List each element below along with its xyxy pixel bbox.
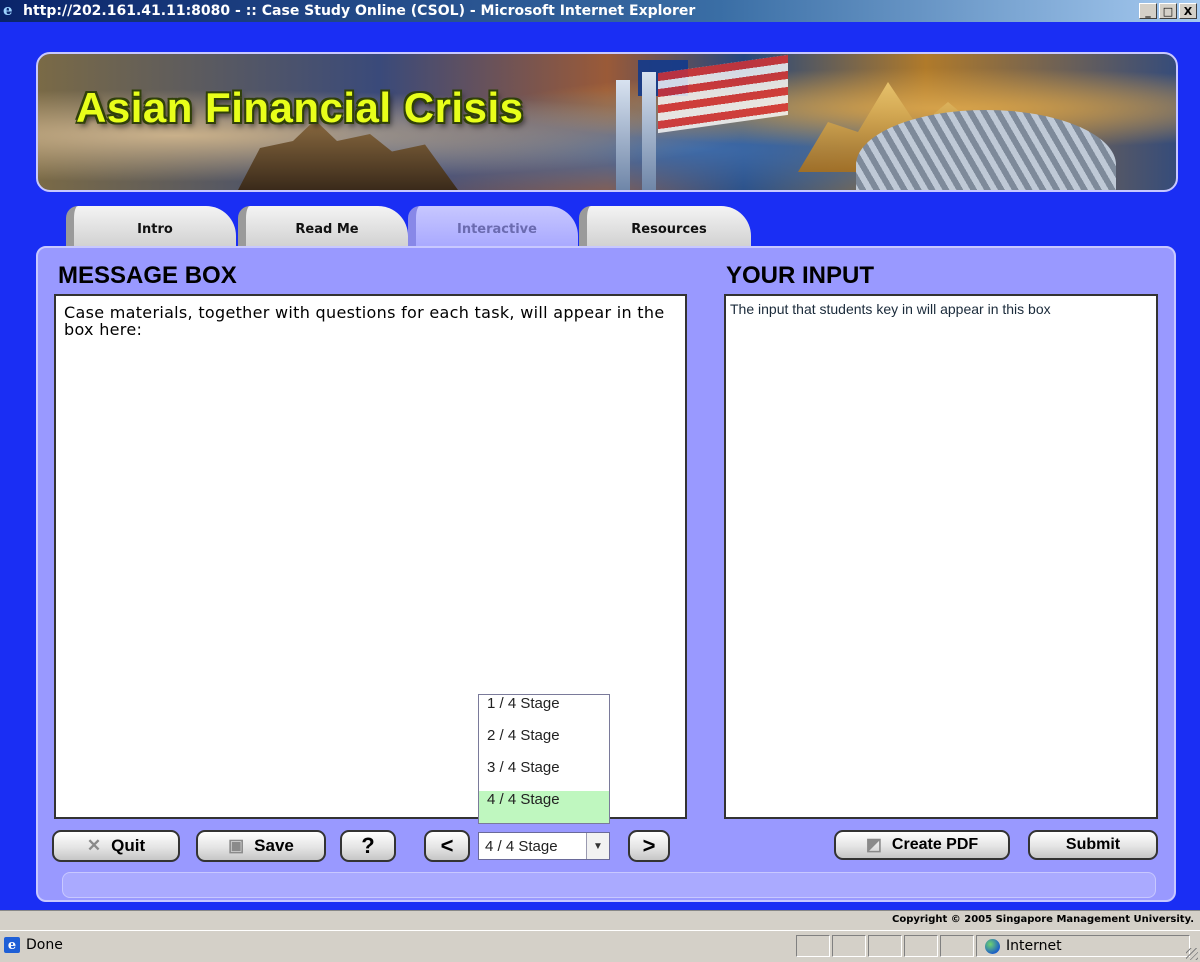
create-pdf-button[interactable]: ◩ Create PDF: [834, 830, 1010, 860]
your-input-heading: YOUR INPUT: [726, 262, 875, 289]
stage-dropdown-list: 1 / 4 Stage 2 / 4 Stage 3 / 4 Stage 4 / …: [478, 694, 610, 824]
stage-option[interactable]: 3 / 4 Stage: [479, 759, 609, 791]
tab-resources[interactable]: Resources: [579, 206, 751, 248]
quit-icon: ✕: [86, 836, 102, 855]
copyright-text: Copyright © 2005 Singapore Management Un…: [0, 910, 1200, 930]
stage-option[interactable]: 1 / 4 Stage: [479, 695, 609, 727]
tab-interactive[interactable]: Interactive: [408, 206, 578, 248]
status-cell: [940, 935, 974, 957]
status-cell: [868, 935, 902, 957]
create-pdf-label: Create PDF: [891, 836, 979, 853]
chevron-down-icon[interactable]: ▼: [586, 833, 609, 859]
pdf-icon: ◩: [865, 835, 882, 854]
status-strip: [62, 872, 1156, 898]
stage-select[interactable]: 4 / 4 Stage ▼: [478, 832, 610, 860]
app-area: Asian Financial Crisis Intro Read Me Int…: [0, 22, 1200, 910]
submit-button[interactable]: Submit: [1028, 830, 1158, 860]
status-left: e Done: [4, 937, 63, 953]
stage-option-selected[interactable]: 4 / 4 Stage: [479, 791, 609, 823]
banner-tower-image: [616, 80, 630, 190]
banner: Asian Financial Crisis: [36, 52, 1178, 192]
quit-label: Quit: [111, 836, 146, 855]
zone-label: Internet: [1006, 938, 1062, 954]
message-box-heading: MESSAGE BOX: [58, 262, 237, 289]
window-titlebar[interactable]: e http://202.161.41.11:8080 - :: Case St…: [0, 0, 1200, 22]
status-text: Done: [26, 937, 63, 953]
status-cell: [796, 935, 830, 957]
tab-intro[interactable]: Intro: [66, 206, 236, 248]
banner-title: Asian Financial Crisis: [76, 84, 524, 131]
ie-status-bar: e Done Internet: [0, 930, 1200, 962]
globe-icon: [985, 938, 1000, 954]
status-cell: [904, 935, 938, 957]
stage-select-value: 4 / 4 Stage: [485, 837, 558, 855]
help-button[interactable]: ?: [340, 830, 396, 862]
window-title: http://202.161.41.11:8080 - :: Case Stud…: [23, 3, 696, 19]
previous-stage-button[interactable]: <: [424, 830, 470, 862]
your-input-box[interactable]: The input that students key in will appe…: [724, 294, 1158, 819]
minimize-button[interactable]: _: [1139, 3, 1157, 19]
save-button[interactable]: ▣ Save: [196, 830, 326, 862]
banner-tower-image: [642, 72, 656, 190]
window-controls: _ □ X: [1139, 3, 1197, 19]
security-zone: Internet: [976, 935, 1190, 957]
stage-option[interactable]: 2 / 4 Stage: [479, 727, 609, 759]
floppy-disk-icon: ▣: [228, 836, 245, 855]
close-button[interactable]: X: [1179, 3, 1197, 19]
resize-grip[interactable]: [1186, 948, 1198, 960]
ie-icon: e: [3, 1, 13, 19]
content-panel: MESSAGE BOX YOUR INPUT Case materials, t…: [36, 246, 1176, 902]
maximize-button[interactable]: □: [1159, 3, 1177, 19]
status-cell: [832, 935, 866, 957]
tab-read-me[interactable]: Read Me: [238, 206, 408, 248]
next-stage-button[interactable]: >: [628, 830, 670, 862]
quit-button[interactable]: ✕ Quit: [52, 830, 180, 862]
page-icon: e: [4, 937, 20, 953]
save-label: Save: [254, 836, 294, 855]
